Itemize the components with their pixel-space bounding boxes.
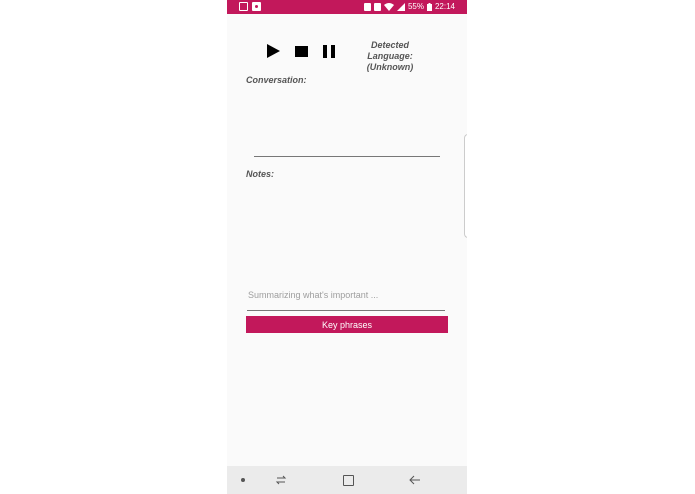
- gallery-notification-icon: [239, 2, 248, 11]
- status-bar-system: 55% 22:14: [363, 2, 455, 11]
- notes-label: Notes:: [246, 169, 275, 179]
- back-icon[interactable]: [409, 474, 421, 486]
- pause-button[interactable]: [315, 40, 343, 62]
- conversation-label: Conversation:: [246, 75, 307, 85]
- wifi-icon: [383, 2, 394, 11]
- battery-icon: [426, 2, 432, 11]
- summary-input[interactable]: [247, 280, 445, 311]
- play-button[interactable]: [259, 40, 287, 62]
- battery-percent: 55%: [407, 2, 424, 11]
- conversation-divider: [254, 156, 440, 157]
- playback-controls: [259, 40, 343, 62]
- phone-screen: 55% 22:14 Detected Language: (Unknown) C…: [227, 0, 467, 494]
- stop-icon: [294, 45, 308, 57]
- side-panel-handle[interactable]: [464, 134, 467, 238]
- sim-icon: [363, 2, 371, 11]
- app-notification-icon: [252, 2, 261, 11]
- clock: 22:14: [434, 2, 455, 11]
- mute-icon: [373, 2, 381, 11]
- home-icon[interactable]: [343, 475, 354, 486]
- status-bar-notifications: [239, 2, 261, 11]
- detected-language-label: Detected Language:: [367, 40, 413, 61]
- stop-button[interactable]: [287, 40, 315, 62]
- detected-language-value: (Unknown): [366, 62, 414, 72]
- signal-icon: [396, 2, 405, 11]
- status-bar: 55% 22:14: [227, 0, 467, 14]
- play-icon: [266, 44, 280, 58]
- detected-language: Detected Language: (Unknown): [349, 40, 431, 73]
- recents-icon[interactable]: [275, 474, 287, 486]
- navigation-bar: [227, 466, 467, 494]
- pause-icon: [323, 44, 335, 58]
- dot-icon[interactable]: [241, 478, 245, 482]
- key-phrases-button[interactable]: Key phrases: [246, 316, 448, 333]
